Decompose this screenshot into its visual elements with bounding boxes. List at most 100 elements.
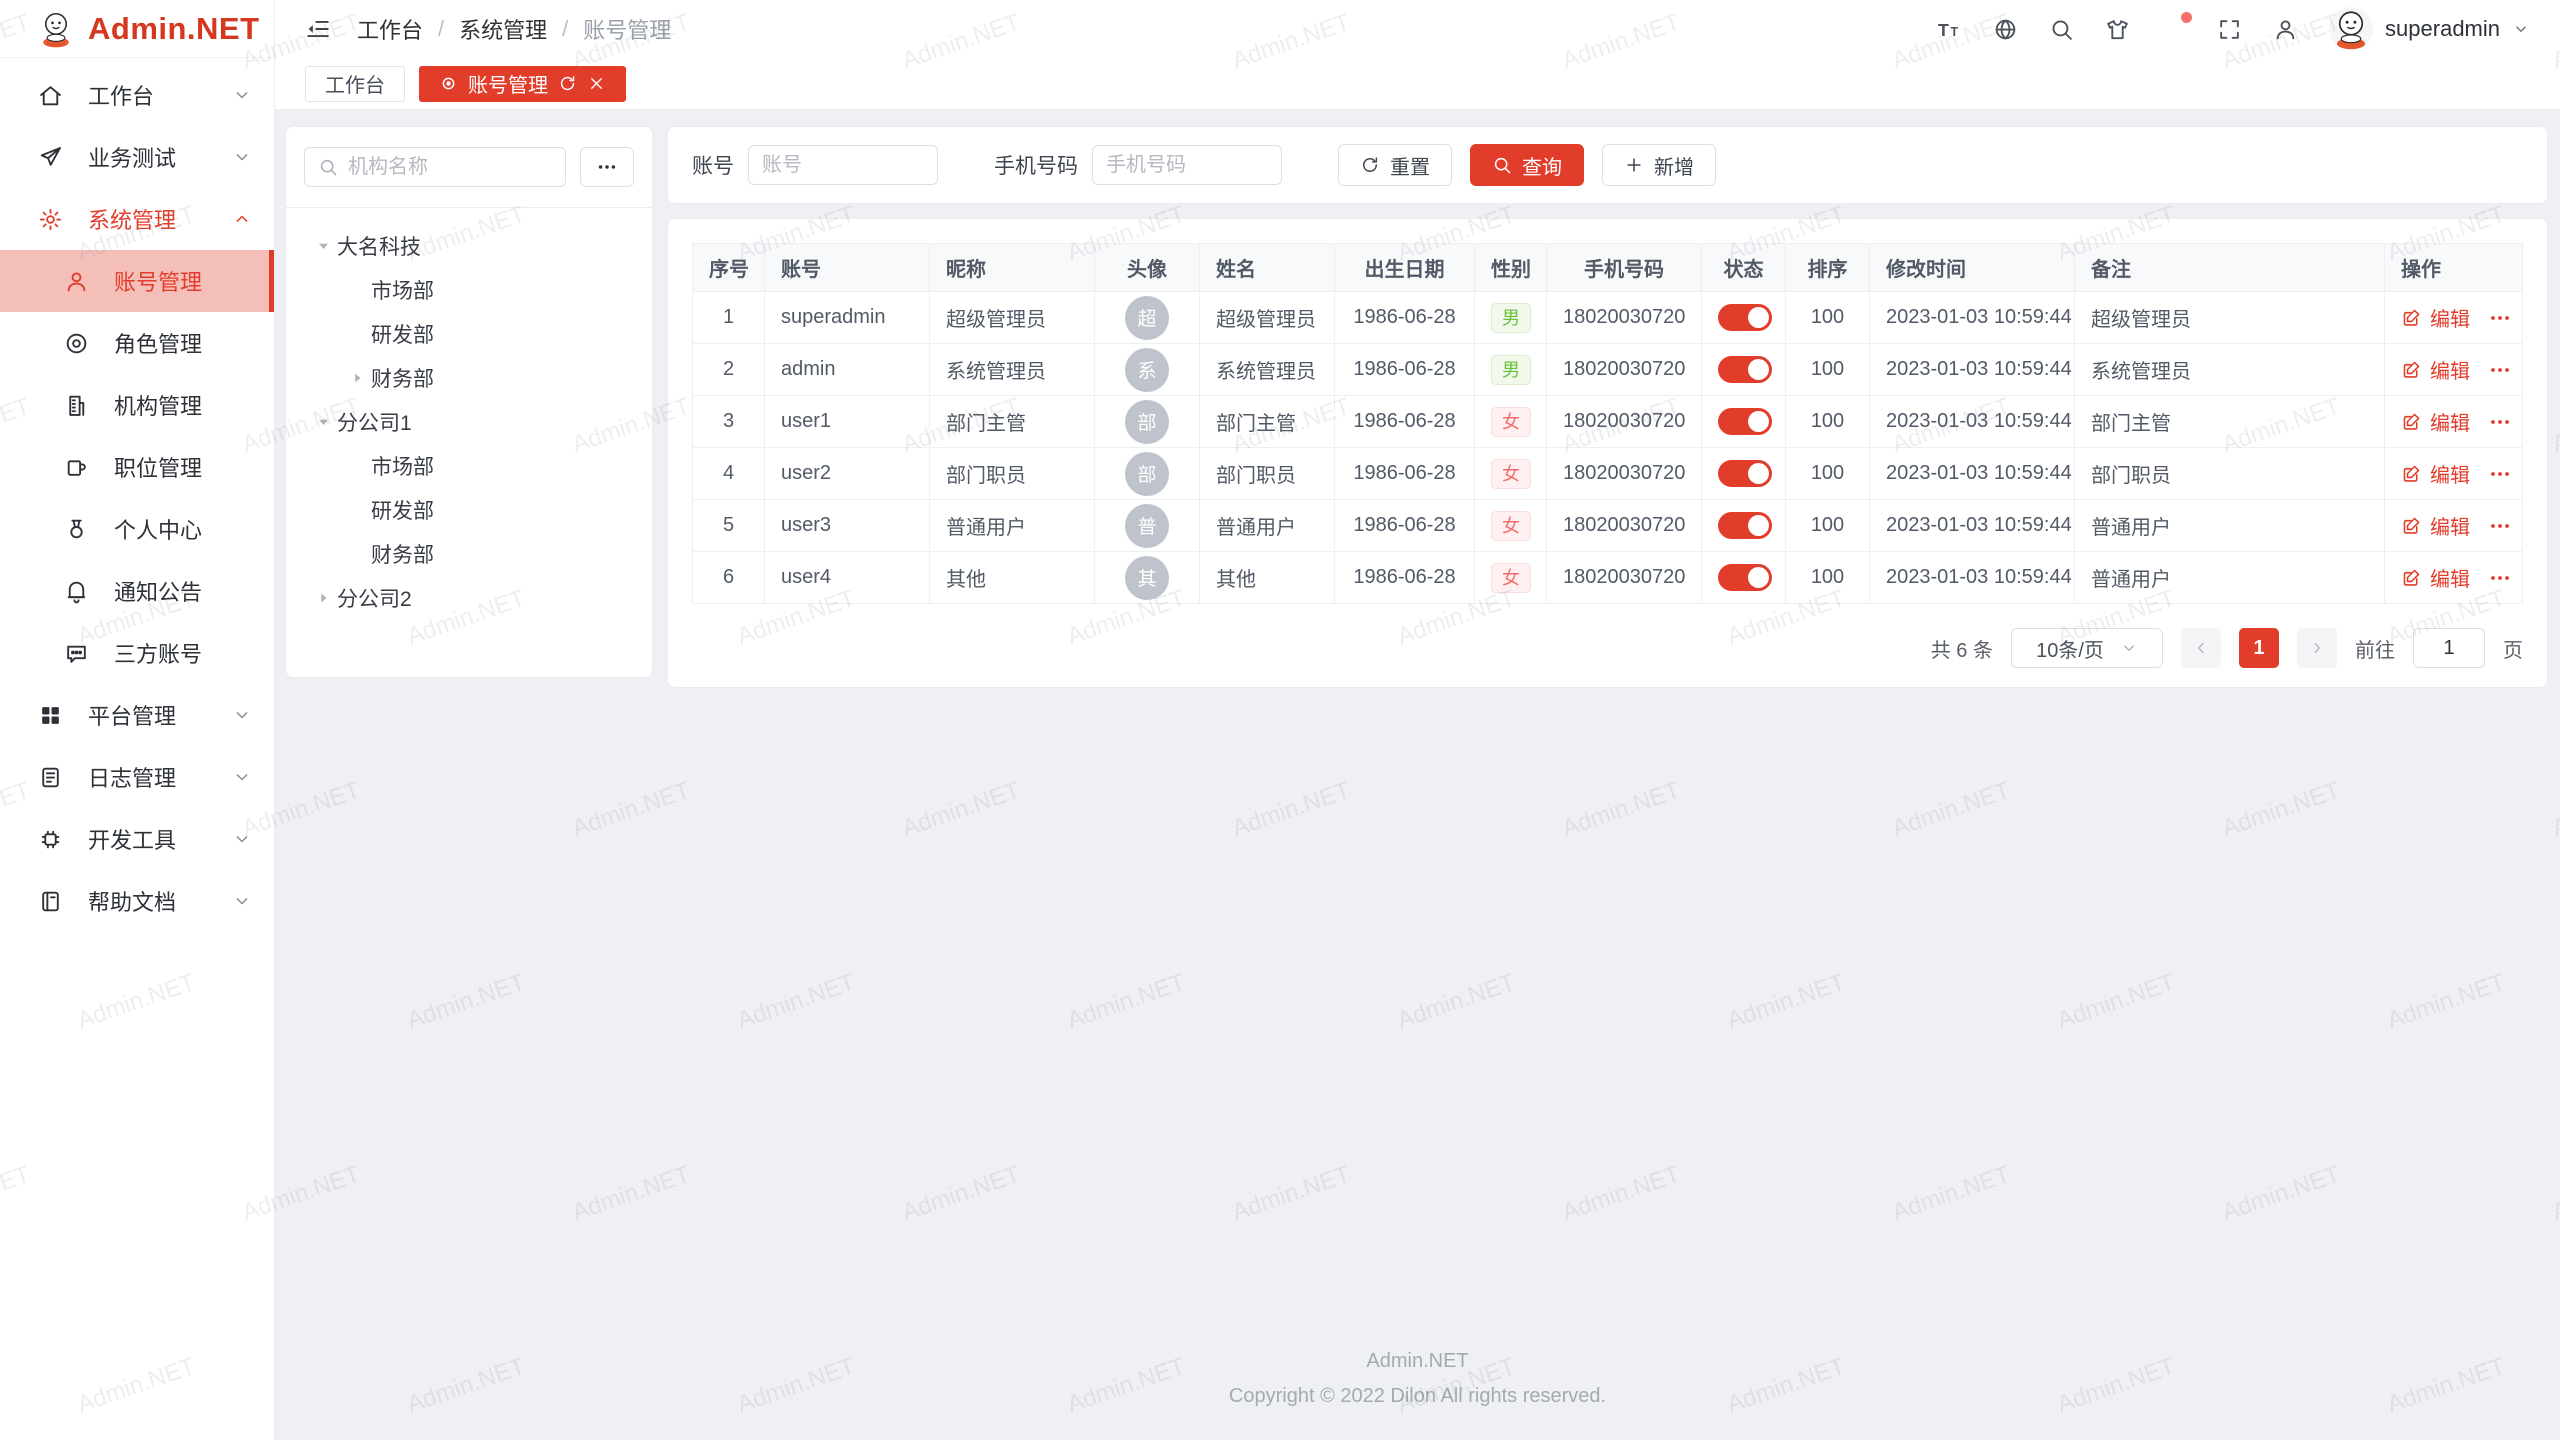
theme-icon[interactable] [2105,17,2130,42]
edit-icon[interactable] [2401,359,2422,380]
sidebar-item-position-management[interactable]: 职位管理 [0,436,274,498]
breadcrumb-item[interactable]: 工作台 [357,13,423,45]
search-button[interactable]: 查询 [1470,144,1584,186]
more-icon[interactable] [2488,514,2512,538]
edit-button[interactable]: 编辑 [2430,303,2470,332]
breadcrumb-separator: / [438,16,444,42]
logo[interactable]: Admin.NET [0,0,274,58]
tab-0[interactable]: 工作台 [305,66,405,102]
font-size-icon[interactable]: TT [1937,17,1962,42]
caret-placeholder [344,325,371,343]
main-area: 工作台/系统管理/账号管理 TT superadmin 工作台账号管理 [275,0,2560,1440]
caret-right-icon[interactable] [344,369,371,387]
tree-node-label: 大名科技 [337,231,421,261]
tree-node[interactable]: 分公司1 [304,400,634,444]
cell-modified: 2023-01-03 10:59:44 [1870,396,2075,448]
send-icon [38,145,63,170]
cell-modified: 2023-01-03 10:59:44 [1870,292,2075,344]
refresh-icon[interactable] [558,74,577,93]
tree-node[interactable]: 大名科技 [304,224,634,268]
status-toggle[interactable] [1718,408,1772,435]
sidebar-item-third-party-account[interactable]: 三方账号 [0,622,274,684]
status-toggle[interactable] [1718,304,1772,331]
edit-button[interactable]: 编辑 [2430,511,2470,540]
caret-down-icon[interactable] [310,237,337,255]
sidebar-item-notice-announcement[interactable]: 通知公告 [0,560,274,622]
cell-phone: 18020030720 [1547,396,1702,448]
username: superadmin [2385,16,2500,42]
cell-remark: 超级管理员 [2075,292,2385,344]
caret-right-icon[interactable] [310,589,337,607]
profile-icon[interactable] [2273,17,2298,42]
tree-node[interactable]: 财务部 [304,356,634,400]
notification-icon[interactable] [2161,17,2186,42]
next-page-button[interactable] [2297,628,2337,668]
current-page-button[interactable]: 1 [2239,628,2279,668]
more-icon[interactable] [2488,462,2512,486]
prev-page-button[interactable] [2181,628,2221,668]
edit-icon[interactable] [2401,567,2422,588]
collapse-sidebar-icon[interactable] [305,16,331,42]
edit-button[interactable]: 编辑 [2430,563,2470,592]
cell-actions: 编辑 [2385,552,2523,604]
more-icon[interactable] [2488,358,2512,382]
tree-node[interactable]: 市场部 [304,444,634,488]
tree-node[interactable]: 研发部 [304,312,634,356]
sidebar-item-dev-tools[interactable]: 开发工具 [0,808,274,870]
avatar [2329,7,2373,51]
sidebar-item-org-management[interactable]: 机构管理 [0,374,274,436]
gear-icon [38,207,63,232]
sidebar-item-personal-center[interactable]: 个人中心 [0,498,274,560]
language-icon[interactable] [1993,17,2018,42]
tree-more-button[interactable] [580,147,634,187]
sidebar-item-role-management[interactable]: 角色管理 [0,312,274,374]
status-toggle[interactable] [1718,356,1772,383]
fullscreen-icon[interactable] [2217,17,2242,42]
close-icon[interactable] [587,74,606,93]
cell-phone: 18020030720 [1547,500,1702,552]
sidebar-item-log-management[interactable]: 日志管理 [0,746,274,808]
caret-down-icon[interactable] [310,413,337,431]
status-toggle[interactable] [1718,564,1772,591]
more-icon[interactable] [2488,410,2512,434]
sidebar-item-system-management[interactable]: 系统管理 [0,188,274,250]
sidebar-item-workbench[interactable]: 工作台 [0,64,274,126]
status-toggle[interactable] [1718,512,1772,539]
tree-node[interactable]: 财务部 [304,532,634,576]
chevron-down-icon [232,705,252,725]
account-input[interactable] [762,154,924,177]
chevron-right-icon [2308,639,2326,657]
edit-icon[interactable] [2401,307,2422,328]
tab-active[interactable]: 账号管理 [419,66,626,102]
user-menu[interactable]: superadmin [2329,7,2530,51]
page-size-select[interactable]: 10条/页 [2011,628,2163,668]
status-toggle[interactable] [1718,460,1772,487]
sidebar-item-help-docs[interactable]: 帮助文档 [0,870,274,932]
goto-page-input[interactable] [2413,628,2485,668]
org-search-input[interactable] [348,156,552,179]
account-field-box [748,145,938,185]
edit-icon[interactable] [2401,411,2422,432]
reset-button[interactable]: 重置 [1338,144,1452,186]
edit-icon[interactable] [2401,515,2422,536]
sidebar-item-account-management[interactable]: 账号管理 [0,250,274,312]
more-icon[interactable] [2488,566,2512,590]
tree-node[interactable]: 研发部 [304,488,634,532]
edit-button[interactable]: 编辑 [2430,407,2470,436]
edit-button[interactable]: 编辑 [2430,459,2470,488]
sidebar-item-label: 职位管理 [114,451,202,483]
tree-node[interactable]: 市场部 [304,268,634,312]
tree-node-label: 研发部 [371,495,434,525]
more-icon[interactable] [2488,306,2512,330]
edit-icon[interactable] [2401,463,2422,484]
phone-input[interactable] [1106,154,1268,177]
tree-node[interactable]: 分公司2 [304,576,634,620]
sidebar-item-platform-management[interactable]: 平台管理 [0,684,274,746]
sidebar-item-business-test[interactable]: 业务测试 [0,126,274,188]
accounts-table: 序号账号昵称头像姓名出生日期性别手机号码状态排序修改时间备注操作 1supera… [692,243,2523,604]
add-button[interactable]: 新增 [1602,144,1716,186]
edit-button[interactable]: 编辑 [2430,355,2470,384]
table-row: 5user3普通用户普普通用户1986-06-28女18020030720100… [693,500,2523,552]
breadcrumb-item[interactable]: 系统管理 [459,13,547,45]
search-icon[interactable] [2049,17,2074,42]
